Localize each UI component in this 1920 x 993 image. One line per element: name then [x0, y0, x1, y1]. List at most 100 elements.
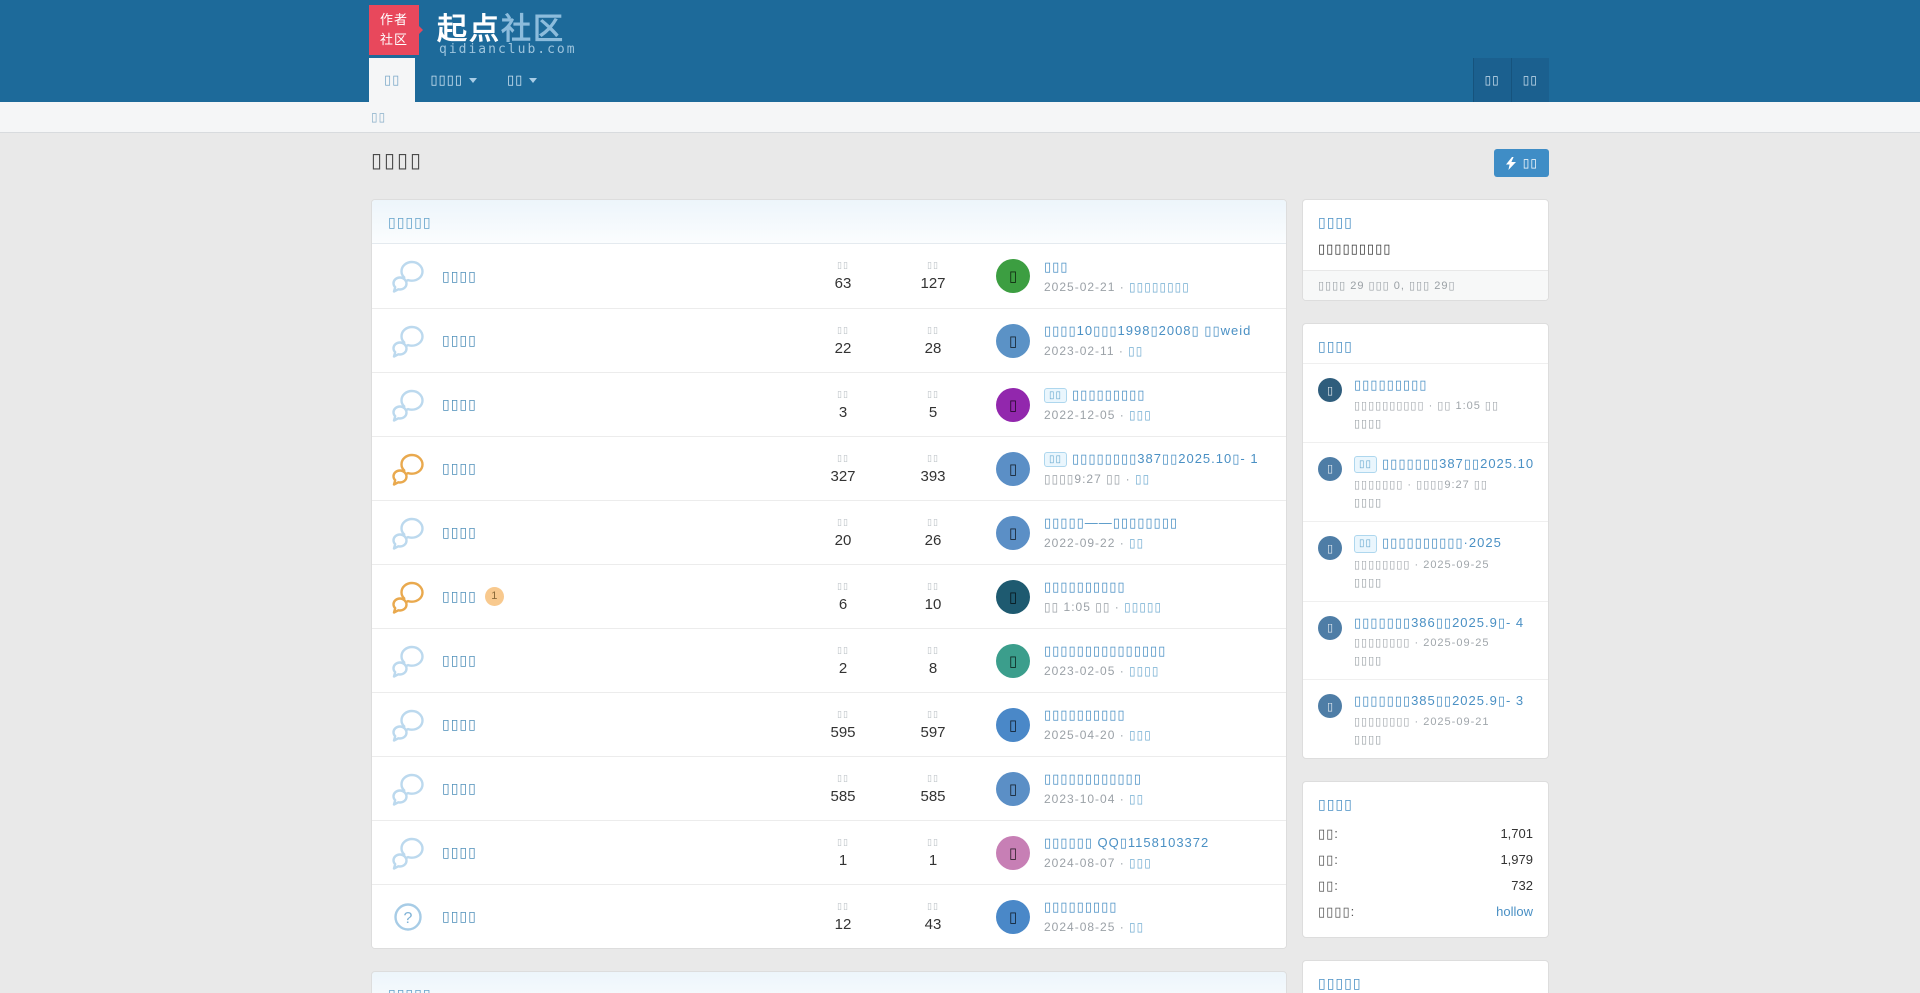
- forum-name-link[interactable]: ▯▯▯▯: [442, 460, 477, 477]
- last-post-author-link[interactable]: ▯▯▯: [1129, 856, 1152, 870]
- forum-name-wrap: ▯▯▯▯: [442, 524, 798, 541]
- latest-post-title[interactable]: ▯▯▯▯▯▯▯▯▯: [1354, 376, 1533, 394]
- stat-posts-label: ▯▯: [888, 645, 978, 656]
- chevron-down-icon: [469, 78, 477, 87]
- stat-topics-value: 63: [798, 275, 888, 292]
- last-post-title[interactable]: ▯▯▯▯▯▯▯▯▯▯▯: [1044, 387, 1270, 403]
- last-post-author-link[interactable]: ▯▯▯▯▯▯▯▯: [1129, 280, 1190, 294]
- latest-post-title[interactable]: ▯▯▯▯▯▯▯386▯▯2025.9▯- 4: [1354, 614, 1533, 632]
- avatar[interactable]: ▯: [1318, 694, 1342, 718]
- forum-name-wrap: ▯▯▯▯1: [442, 587, 798, 606]
- last-post: ▯▯▯▯▯——▯▯▯▯▯▯▯▯2022-09-22 · ▯▯: [1044, 515, 1270, 550]
- stat-posts: ▯▯5: [888, 389, 978, 421]
- last-post: ▯▯▯▯▯▯ QQ▯1158103372 2024-08-07 · ▯▯▯: [1044, 835, 1270, 870]
- last-post-title[interactable]: ▯▯▯▯▯▯▯▯▯▯: [1044, 579, 1270, 595]
- last-post-title[interactable]: ▯▯▯▯▯——▯▯▯▯▯▯▯▯: [1044, 515, 1270, 531]
- last-post-title[interactable]: ▯▯▯: [1044, 259, 1270, 275]
- last-post-author-link[interactable]: ▯▯: [1129, 920, 1144, 934]
- latest-post-item: ▯ ▯▯▯▯▯▯▯▯▯▯▯▯·2025▯▯▯▯▯▯▯▯ · 2025-09-25▯…: [1303, 521, 1548, 601]
- last-post-meta: ▯▯▯▯9:27 ▯▯ · ▯▯: [1044, 472, 1270, 486]
- avatar[interactable]: ▯: [996, 836, 1030, 870]
- stat-posts-value: 10: [888, 596, 978, 613]
- forum-name-link[interactable]: ▯▯▯▯: [442, 716, 477, 733]
- last-post-author-link[interactable]: ▯▯: [1128, 344, 1143, 358]
- last-post-title[interactable]: ▯▯▯▯▯▯ QQ▯1158103372: [1044, 835, 1270, 851]
- forum-name-wrap: ▯▯▯▯: [442, 780, 798, 797]
- avatar[interactable]: ▯: [1318, 616, 1342, 640]
- chat-bubbles-icon: [388, 705, 428, 745]
- latest-post-title[interactable]: ▯▯▯▯▯▯▯▯▯387▯▯2025.10▯- 1: [1354, 455, 1533, 474]
- stat-posts-label: ▯▯: [888, 709, 978, 720]
- stat-topics-value: 3: [798, 404, 888, 421]
- auth-button-0[interactable]: ▯▯: [1473, 58, 1511, 102]
- forum-name-link[interactable]: ▯▯▯▯: [442, 332, 477, 349]
- forum-row: ▯▯▯▯▯▯20▯▯26▯▯▯▯▯▯——▯▯▯▯▯▯▯▯2022-09-22 ·…: [372, 500, 1286, 564]
- nav-tab-label: ▯▯: [384, 58, 400, 102]
- avatar[interactable]: ▯: [996, 708, 1030, 742]
- avatar[interactable]: ▯: [996, 388, 1030, 422]
- breadcrumb-bar: ▯▯: [0, 102, 1920, 133]
- avatar[interactable]: ▯: [996, 580, 1030, 614]
- latest-post-body: ▯▯▯▯▯▯▯▯▯▯▯▯·2025▯▯▯▯▯▯▯▯ · 2025-09-25▯▯…: [1354, 534, 1533, 589]
- stat-topics-label: ▯▯: [798, 901, 888, 912]
- last-post-author-link[interactable]: ▯▯▯: [1129, 728, 1152, 742]
- stat-topics: ▯▯1: [798, 837, 888, 869]
- latest-post-title[interactable]: ▯▯▯▯▯▯▯▯▯▯▯▯·2025: [1354, 534, 1533, 553]
- stat-topics: ▯▯22: [798, 325, 888, 357]
- last-post-author-link[interactable]: ▯▯▯▯▯: [1124, 600, 1162, 614]
- forum-name-link[interactable]: ▯▯▯▯: [442, 396, 477, 413]
- nav-tab-label: ▯▯: [507, 58, 523, 102]
- forum-name-link[interactable]: ▯▯▯▯: [442, 780, 477, 797]
- last-post-author-link[interactable]: ▯▯: [1129, 536, 1144, 550]
- avatar[interactable]: ▯: [1318, 457, 1342, 481]
- avatar[interactable]: ▯: [996, 324, 1030, 358]
- post-button[interactable]: ▯▯: [1494, 149, 1549, 177]
- latest-post-title[interactable]: ▯▯▯▯▯▯▯385▯▯2025.9▯- 3: [1354, 692, 1533, 710]
- stat-topics-value: 1: [798, 852, 888, 869]
- last-post-title[interactable]: ▯▯▯▯▯▯▯▯▯▯▯▯▯▯▯: [1044, 643, 1270, 659]
- nav-tab-1[interactable]: ▯▯▯▯: [415, 58, 492, 102]
- stat-topics: ▯▯3: [798, 389, 888, 421]
- avatar[interactable]: ▯: [1318, 536, 1342, 560]
- avatar[interactable]: ▯: [996, 772, 1030, 806]
- last-post-title[interactable]: ▯▯▯▯10▯▯▯1998▯2008▯ ▯▯weid: [1044, 323, 1270, 339]
- last-post-author-link[interactable]: ▯▯▯▯: [1129, 664, 1159, 678]
- site-stat-row: ▯▯:1,979: [1303, 847, 1548, 873]
- forum-name-link[interactable]: ▯▯▯▯: [442, 524, 477, 541]
- site-stat-value: 1,701: [1500, 826, 1533, 842]
- auth-button-1[interactable]: ▯▯: [1511, 58, 1549, 102]
- chat-bubbles-icon: [388, 641, 428, 681]
- nav-tab-2[interactable]: ▯▯: [492, 58, 552, 102]
- stat-posts-value: 127: [888, 275, 978, 292]
- last-post-author-link[interactable]: ▯▯: [1135, 472, 1150, 486]
- last-post-author-link[interactable]: ▯▯: [1129, 792, 1144, 806]
- category-badge: ▯▯: [1044, 452, 1067, 467]
- avatar[interactable]: ▯: [996, 452, 1030, 486]
- avatar[interactable]: ▯: [996, 644, 1030, 678]
- forum-name-link[interactable]: ▯▯▯▯: [442, 588, 477, 605]
- post-button-label: ▯▯: [1523, 156, 1538, 170]
- last-post-author-link[interactable]: ▯▯▯: [1129, 408, 1152, 422]
- avatar[interactable]: ▯: [1318, 378, 1342, 402]
- auth-buttons: ▯▯▯▯: [1473, 58, 1549, 102]
- breadcrumb[interactable]: ▯▯: [371, 110, 386, 124]
- forum-name-link[interactable]: ▯▯▯▯: [442, 844, 477, 861]
- stat-posts-label: ▯▯: [888, 773, 978, 784]
- avatar[interactable]: ▯: [996, 900, 1030, 934]
- last-post-meta: 2024-08-07 · ▯▯▯: [1044, 856, 1270, 870]
- last-post-title[interactable]: ▯▯▯▯▯▯▯▯▯▯387▯▯2025.10▯- 1: [1044, 451, 1270, 467]
- nav-tab-0[interactable]: ▯▯: [369, 58, 415, 102]
- avatar[interactable]: ▯: [996, 259, 1030, 293]
- avatar[interactable]: ▯: [996, 516, 1030, 550]
- last-post-title[interactable]: ▯▯▯▯▯▯▯▯▯▯▯▯: [1044, 771, 1270, 787]
- main-menu: ▯▯▯▯▯▯▯▯: [369, 58, 552, 102]
- forum-name-link[interactable]: ▯▯▯▯: [442, 268, 477, 285]
- last-post-title[interactable]: ▯▯▯▯▯▯▯▯▯: [1044, 899, 1270, 915]
- last-post-title[interactable]: ▯▯▯▯▯▯▯▯▯▯: [1044, 707, 1270, 723]
- forum-name-wrap: ▯▯▯▯: [442, 460, 798, 477]
- forum-name-link[interactable]: ▯▯▯▯: [442, 908, 477, 925]
- last-post: ▯▯▯▯▯▯▯▯▯▯▯▯▯▯▯2023-02-05 · ▯▯▯▯: [1044, 643, 1270, 678]
- forum-name-link[interactable]: ▯▯▯▯: [442, 652, 477, 669]
- site-stat-link[interactable]: hollow: [1496, 904, 1533, 920]
- latest-post-body: ▯▯▯▯▯▯▯386▯▯2025.9▯- 4▯▯▯▯▯▯▯▯ · 2025-09…: [1354, 614, 1533, 668]
